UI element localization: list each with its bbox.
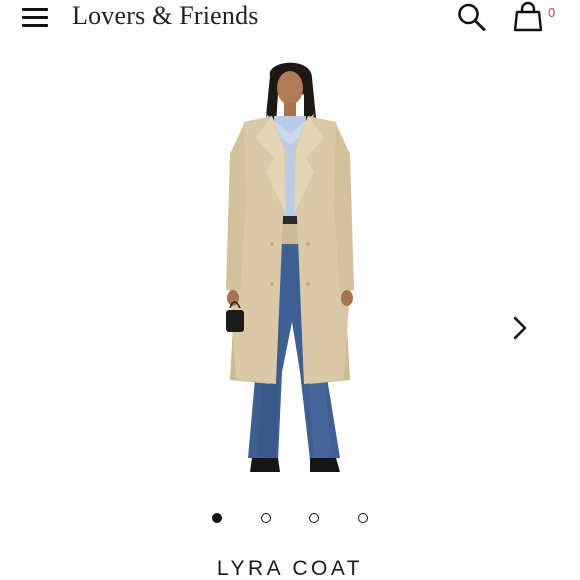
carousel-dots xyxy=(0,510,580,526)
bag-count-badge[interactable]: 0 xyxy=(548,5,555,21)
product-title: LYRA COAT xyxy=(216,557,364,580)
product-image-gallery[interactable] xyxy=(0,40,580,500)
carousel-dot-2[interactable] xyxy=(261,513,271,523)
site-header: Lovers & Friends 0 xyxy=(0,0,580,36)
carousel-dot-3[interactable] xyxy=(309,513,319,523)
carousel-dot-4[interactable] xyxy=(358,513,368,523)
product-image[interactable] xyxy=(200,54,380,500)
product-page: Lovers & Friends 0 LYRA COAT xyxy=(0,0,580,580)
next-image-chevron-right-icon[interactable] xyxy=(506,312,534,344)
hamburger-menu-icon[interactable] xyxy=(20,5,50,29)
carousel-dot-1[interactable] xyxy=(212,513,222,523)
shopping-bag-icon[interactable] xyxy=(512,1,544,33)
brand-logo[interactable]: Lovers & Friends xyxy=(72,1,259,31)
search-icon[interactable] xyxy=(456,2,488,32)
